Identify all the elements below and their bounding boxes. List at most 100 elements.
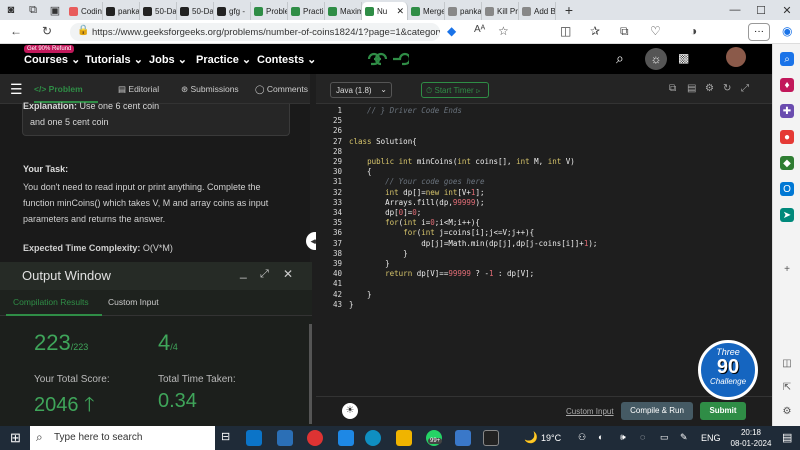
search-sidebar-icon[interactable]: ⌕ bbox=[780, 52, 794, 66]
browser-tab[interactable]: Kill Pr bbox=[482, 2, 519, 20]
submit-button[interactable]: Submit bbox=[700, 402, 746, 420]
split-screen-icon[interactable]: ◫ bbox=[560, 24, 571, 38]
maximize-icon[interactable]: ☐ bbox=[748, 0, 774, 20]
drop-icon[interactable]: ➤ bbox=[780, 208, 794, 222]
m365-icon[interactable]: ◆ bbox=[780, 156, 794, 170]
nav-tutorials[interactable]: Tutorials ⌄ bbox=[85, 53, 143, 66]
browser-tab[interactable]: Codin bbox=[66, 2, 103, 20]
weather-temp[interactable]: 19°C bbox=[541, 433, 561, 443]
browser-tab[interactable]: gfg - bbox=[214, 2, 251, 20]
pen-icon[interactable]: ✎ bbox=[680, 432, 688, 443]
avatar[interactable] bbox=[726, 47, 746, 67]
tab-problem[interactable]: </> Problem bbox=[34, 84, 83, 94]
theme-bulb-icon[interactable]: ☀ bbox=[342, 403, 358, 419]
browser-tab[interactable]: 50-Da bbox=[140, 2, 177, 20]
settings-icon[interactable]: ⚙ bbox=[780, 404, 794, 418]
close-output-icon[interactable]: ✕ bbox=[283, 267, 293, 281]
nav-jobs[interactable]: Jobs ⌄ bbox=[149, 53, 187, 66]
start-timer-button[interactable]: ⏱ Start Timer ⊳ bbox=[421, 82, 489, 98]
terminal-icon[interactable] bbox=[483, 430, 499, 446]
extension-icon[interactable]: ◆ bbox=[447, 24, 456, 38]
explorer-icon[interactable] bbox=[396, 430, 412, 446]
tab-actions-icon[interactable]: ▣ bbox=[44, 0, 66, 20]
close-window-icon[interactable]: ✕ bbox=[774, 0, 800, 20]
translate-icon[interactable]: ▩ bbox=[678, 51, 689, 65]
start-icon[interactable]: ⊞ bbox=[10, 430, 21, 446]
clock-date[interactable]: 08-01-2024 bbox=[725, 439, 777, 448]
search-icon[interactable]: ⌕ bbox=[616, 50, 624, 67]
store-icon[interactable] bbox=[246, 430, 262, 446]
tab-custom-input[interactable]: Custom Input bbox=[108, 297, 159, 307]
tools-icon[interactable]: ✚ bbox=[780, 104, 794, 118]
sidebar-toggle-icon[interactable]: ◫ bbox=[780, 356, 794, 370]
vscode-icon[interactable] bbox=[277, 430, 293, 446]
nav-practice[interactable]: Practice ⌄ bbox=[196, 53, 251, 66]
shopping-icon[interactable]: ♦ bbox=[780, 78, 794, 92]
support-icon[interactable] bbox=[455, 430, 471, 446]
nav-courses[interactable]: Courses ⌄ bbox=[24, 53, 80, 66]
external-link-icon[interactable]: ⇱ bbox=[780, 380, 794, 394]
chrome-icon[interactable] bbox=[307, 430, 323, 446]
browser-tab[interactable]: Add B bbox=[519, 2, 556, 20]
notifications-icon[interactable]: ▤ bbox=[782, 431, 792, 444]
language-select[interactable]: Java (1.8) ⌄ bbox=[330, 82, 392, 98]
browser-essentials-icon[interactable]: ♡ bbox=[650, 24, 661, 38]
browser-tab[interactable]: Nu ✕ bbox=[362, 2, 408, 20]
url-input[interactable]: 🔒 https://www.geeksforgeeks.org/problems… bbox=[70, 23, 440, 41]
gfg-logo-icon[interactable] bbox=[365, 51, 409, 67]
network-icon[interactable]: ◌ bbox=[640, 432, 645, 442]
volume-icon[interactable]: 🕪 bbox=[620, 432, 626, 443]
back-icon[interactable]: ← bbox=[10, 24, 22, 38]
battery-icon[interactable]: ▭ bbox=[660, 432, 669, 443]
reset-icon[interactable]: ↻ bbox=[723, 83, 731, 94]
workspaces-icon[interactable]: ⧉ bbox=[22, 0, 44, 20]
close-tab-icon[interactable]: ✕ bbox=[396, 6, 404, 17]
mail-icon[interactable] bbox=[338, 430, 354, 446]
browser-tab[interactable]: Proble bbox=[251, 2, 288, 20]
outlook-icon[interactable]: O bbox=[780, 182, 794, 196]
edge-icon[interactable] bbox=[365, 430, 381, 446]
search-box[interactable]: ⌕ Type here to search bbox=[30, 426, 215, 450]
tab-editorial[interactable]: ▤ Editorial bbox=[118, 84, 159, 95]
nav-contests[interactable]: Contests ⌄ bbox=[257, 53, 316, 66]
profile-icon[interactable]: ◙ bbox=[0, 0, 22, 20]
minimize-icon[interactable]: — bbox=[722, 0, 748, 20]
new-tab-button[interactable]: + bbox=[556, 0, 582, 20]
expand-output-icon[interactable]: ⤢ bbox=[260, 268, 269, 281]
challenge-badge[interactable]: Three 90 Challenge bbox=[698, 340, 758, 400]
refresh-icon[interactable]: ↻ bbox=[42, 24, 52, 38]
browser-tab[interactable]: Practic bbox=[288, 2, 325, 20]
settings-editor-icon[interactable]: ⚙ bbox=[705, 83, 714, 94]
theme-toggle-icon[interactable]: ☼ bbox=[645, 48, 667, 70]
read-aloud-icon[interactable]: Aᴬ bbox=[474, 24, 485, 35]
browser-tab[interactable]: Merge bbox=[408, 2, 445, 20]
add-sidebar-icon[interactable]: + bbox=[780, 262, 794, 276]
favorite-icon[interactable]: ☆ bbox=[498, 24, 509, 38]
games-icon[interactable]: ● bbox=[780, 130, 794, 144]
copilot-icon[interactable]: ◑ bbox=[690, 24, 697, 38]
copilot-taskbar-icon[interactable]: ◐ bbox=[598, 432, 603, 442]
minimize-output-icon[interactable]: _ bbox=[240, 265, 247, 279]
language-indicator[interactable]: ENG bbox=[701, 433, 721, 443]
browser-tab[interactable]: Maxim bbox=[325, 2, 362, 20]
clock-time[interactable]: 20:18 bbox=[731, 428, 771, 437]
collections-icon[interactable]: ⧉ bbox=[620, 24, 629, 39]
browser-tab[interactable]: 50-Da bbox=[177, 2, 214, 20]
file-icon[interactable]: ▤ bbox=[687, 83, 696, 94]
copy-icon[interactable]: ⧉ bbox=[669, 83, 676, 94]
more-menu-icon[interactable]: ··· bbox=[748, 23, 770, 41]
favorites-bar-icon[interactable]: ✰ bbox=[590, 24, 600, 38]
browser-tab[interactable]: panka bbox=[445, 2, 482, 20]
people-icon[interactable]: ⚇ bbox=[578, 432, 586, 443]
menu-icon[interactable]: ☰ bbox=[10, 81, 23, 98]
edge-copilot-icon[interactable]: ◉ bbox=[782, 24, 792, 38]
fullscreen-icon[interactable]: ⤢ bbox=[741, 83, 749, 94]
task-view-icon[interactable]: ⊟ bbox=[221, 430, 230, 443]
browser-tab[interactable]: panka bbox=[103, 2, 140, 20]
tab-submissions[interactable]: ⊛ Submissions bbox=[181, 84, 239, 95]
tab-compilation-results[interactable]: Compilation Results bbox=[13, 297, 89, 307]
compile-run-button[interactable]: Compile & Run bbox=[621, 402, 693, 420]
tab-comments[interactable]: ◯ Comments bbox=[255, 84, 308, 95]
custom-input-link[interactable]: Custom Input bbox=[566, 407, 614, 416]
output-scrollbar[interactable] bbox=[309, 324, 312, 424]
